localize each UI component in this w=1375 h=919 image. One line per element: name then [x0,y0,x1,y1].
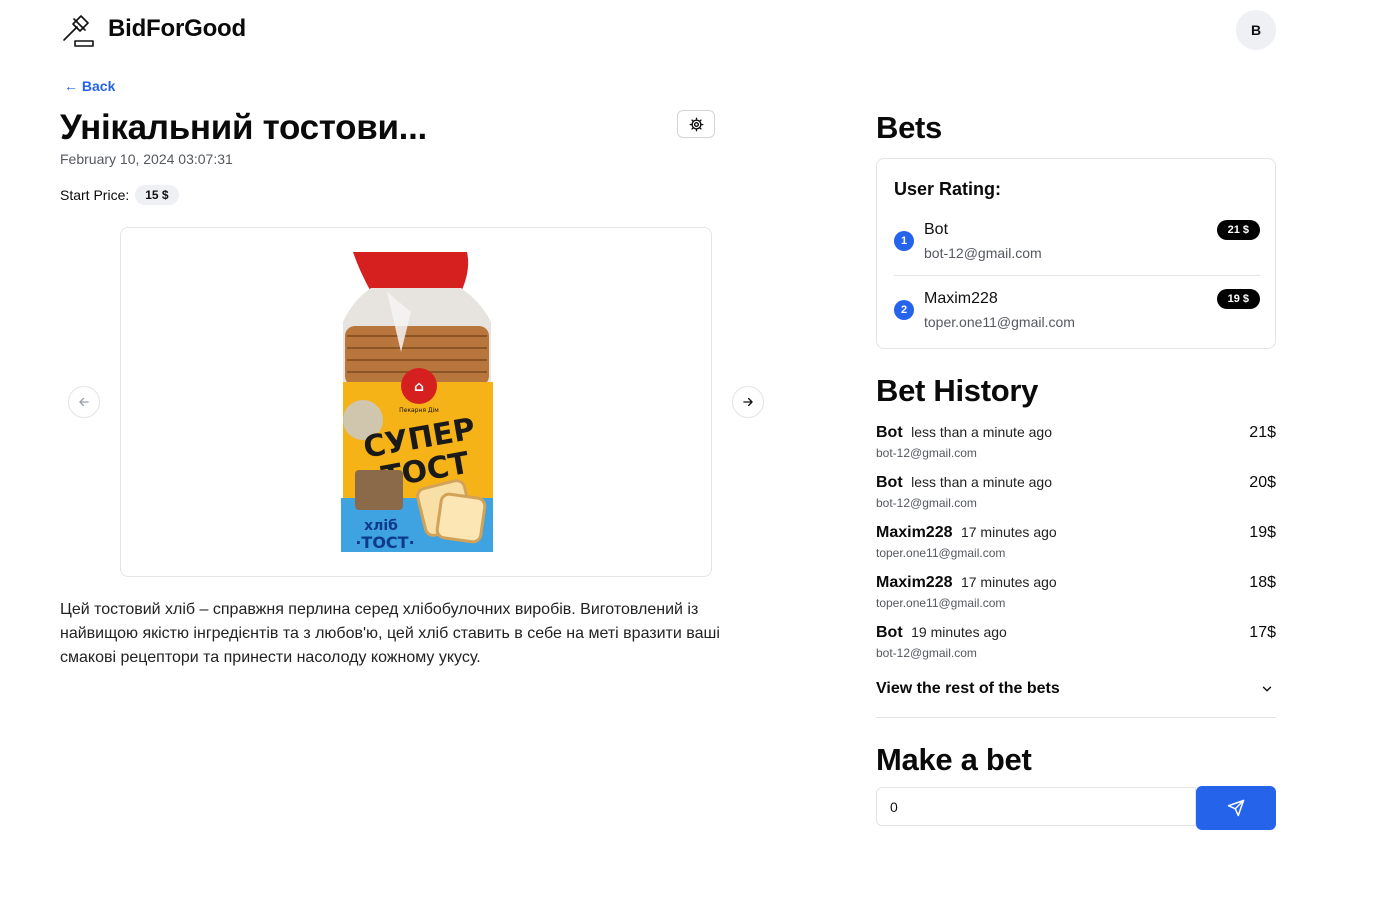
history-time: less than a minute ago [911,474,1052,490]
history-user-name: Maxim228 [876,574,953,591]
brand-name[interactable]: BidForGood [108,15,246,43]
bet-history-heading: Bet History [876,373,1039,408]
history-time: less than a minute ago [911,424,1052,440]
svg-text:хліб: хліб [364,518,398,534]
svg-text:·ТОСТ·: ·ТОСТ· [355,533,414,552]
rating-user-name: Bot [924,221,949,238]
history-amount: 19$ [1249,524,1276,541]
history-time: 17 minutes ago [960,524,1057,540]
history-user-name: Maxim228 [876,524,953,541]
product-image: ⌂ Пекарня Дім СУПЕР ТОСТ хліб ·ТОСТ· [341,252,493,552]
rating-user-email: bot-12@gmail.com [924,245,1042,261]
bet-history-list: Bot less than a minute ago bot-12@gmail.… [876,424,1276,674]
history-item: Bot 19 minutes ago bot-12@gmail.com 17$ [876,624,1276,674]
svg-text:Пекарня Дім: Пекарня Дім [399,407,439,414]
rating-user-email: toper.one11@gmail.com [924,314,1075,330]
send-icon [1227,799,1245,817]
user-avatar[interactable]: B [1236,10,1276,50]
history-time: 19 minutes ago [911,624,1007,640]
carousel-next-button[interactable] [732,386,764,418]
rating-user-name: Maxim228 [924,290,998,307]
chevron-down-icon [1262,686,1272,692]
history-user-name: Bot [876,624,903,641]
bet-amount-input[interactable] [876,787,1196,826]
user-rating-title: User Rating: [894,179,1002,199]
history-item: Maxim228 17 minutes ago toper.one11@gmai… [876,524,1276,574]
start-price-label: Start Price: [60,187,130,203]
history-user-email: toper.one11@gmail.com [876,546,1006,560]
history-amount: 20$ [1249,474,1276,491]
settings-button[interactable] [677,110,715,138]
gavel-logo-icon[interactable] [60,13,94,47]
history-amount: 21$ [1249,424,1276,441]
history-item: Bot less than a minute ago bot-12@gmail.… [876,424,1276,474]
bets-heading: Bets [876,110,942,145]
lot-date: February 10, 2024 03:07:31 [60,151,233,167]
top-bar: BidForGood B [60,10,1276,50]
lot-title: Унікальний тостови... [60,108,427,147]
image-carousel: ⌂ Пекарня Дім СУПЕР ТОСТ хліб ·ТОСТ· [120,227,712,577]
history-user-email: bot-12@gmail.com [876,496,977,510]
history-item: Bot less than a minute ago bot-12@gmail.… [876,474,1276,524]
gear-icon [689,117,703,131]
rank-badge: 2 [894,300,914,320]
view-rest-toggle[interactable]: View the rest of the bets [876,676,1276,718]
view-rest-label: View the rest of the bets [876,680,1060,697]
history-user-email: toper.one11@gmail.com [876,596,1006,610]
history-user-name: Bot [876,474,903,491]
history-user-name: Bot [876,424,903,441]
svg-text:⌂: ⌂ [414,379,424,395]
history-user-email: bot-12@gmail.com [876,646,977,660]
back-link[interactable]: ← Back [64,78,115,94]
history-time: 17 minutes ago [960,574,1057,590]
history-amount: 18$ [1249,574,1276,591]
arrow-left-icon [79,397,89,407]
rating-amount-badge: 19 $ [1216,289,1260,309]
rating-row: 1 Bot bot-12@gmail.com 21 $ [894,219,1260,276]
start-price-badge: 15 $ [135,185,179,205]
lot-description: Цей тостовий хліб – справжня перлина сер… [60,601,720,666]
rank-badge: 1 [894,231,914,251]
start-price-row: Start Price: 15 $ [60,185,179,205]
rating-amount-badge: 21 $ [1216,220,1260,240]
history-item: Maxim228 17 minutes ago toper.one11@gmai… [876,574,1276,624]
arrow-right-icon [743,397,753,407]
rating-row: 2 Maxim228 toper.one11@gmail.com 19 $ [894,288,1260,346]
history-user-email: bot-12@gmail.com [876,446,977,460]
carousel-prev-button[interactable] [68,386,100,418]
history-amount: 17$ [1249,624,1276,641]
user-rating-card: User Rating: 1 Bot bot-12@gmail.com 21 $… [876,158,1276,349]
submit-bet-button[interactable] [1196,786,1276,830]
make-bet-heading: Make a bet [876,742,1032,777]
